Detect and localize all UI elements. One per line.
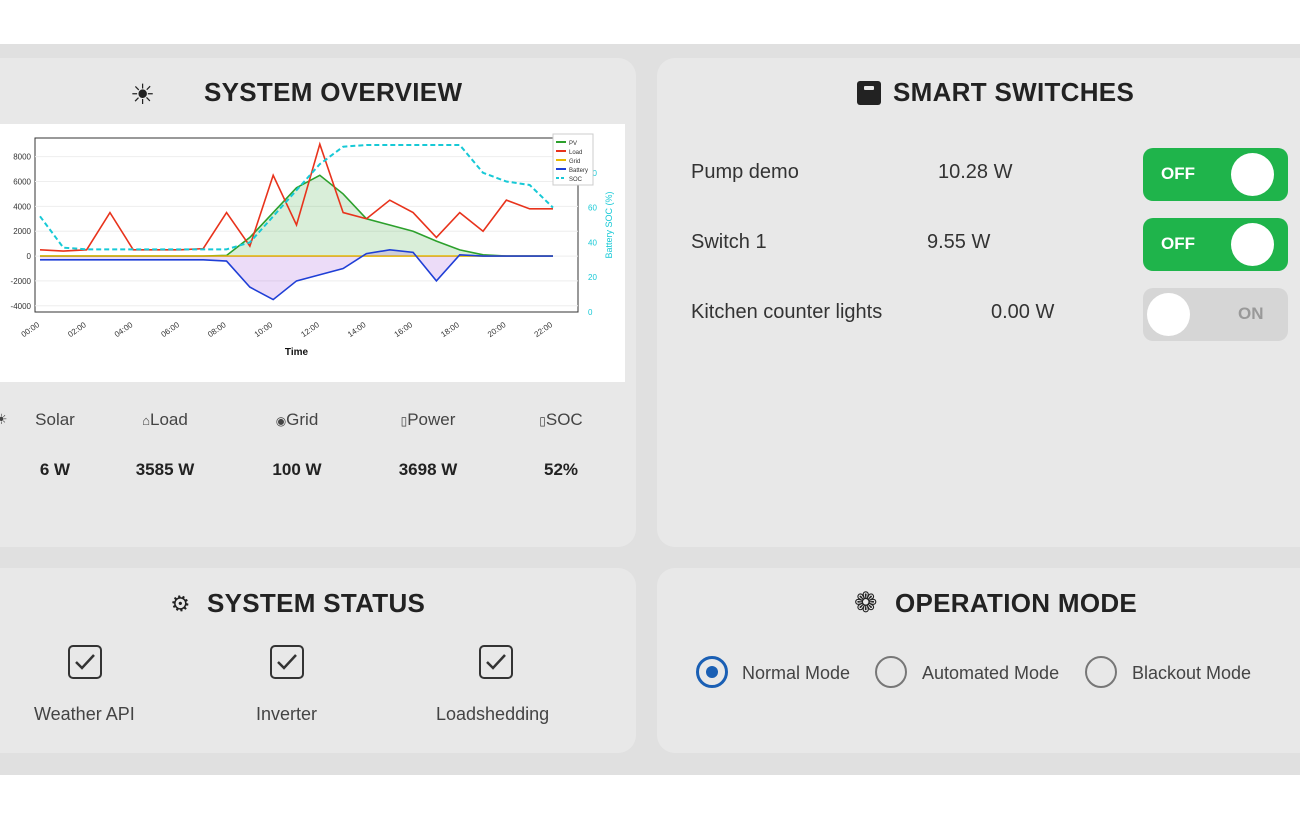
operation-mode-title: OPERATION MODE xyxy=(895,588,1138,618)
x-tick-label: 18:00 xyxy=(439,320,461,339)
x-tick-label: 00:00 xyxy=(20,320,42,339)
y-tick-label: -4000 xyxy=(11,302,32,311)
radio-label: Blackout Mode xyxy=(1132,663,1252,683)
x-tick-label: 06:00 xyxy=(159,320,181,339)
check-icon xyxy=(486,654,506,670)
y2-tick-label: 40 xyxy=(588,238,597,247)
metric-label: SOC xyxy=(545,410,583,429)
toggle-knob xyxy=(1231,153,1274,196)
radio-label: Normal Mode xyxy=(742,663,851,683)
metric-soc: ▯SOC 52% xyxy=(511,410,611,480)
radio-label: Automated Mode xyxy=(922,663,1060,683)
y2-tick-label: 60 xyxy=(588,204,597,213)
x-tick-label: 20:00 xyxy=(486,320,508,339)
y-tick-label: -2000 xyxy=(11,277,32,286)
power-chart: -4000-20000200040006000800002040608000:0… xyxy=(0,124,625,382)
x-tick-label: 12:00 xyxy=(299,320,321,339)
checkbox-label: Weather API xyxy=(34,704,135,724)
radio-dot xyxy=(706,666,718,678)
toggle-label: OFF xyxy=(1161,164,1195,183)
pump-demo-toggle[interactable]: OFF xyxy=(1143,148,1288,201)
sun-icon: ☀ xyxy=(130,79,156,110)
kitchen-lights-toggle[interactable]: ON xyxy=(1143,288,1288,341)
checkbox-label: Inverter xyxy=(256,704,318,724)
switch-1-toggle[interactable]: OFF xyxy=(1143,218,1288,271)
box-icon xyxy=(857,81,881,105)
legend-label: Load xyxy=(569,150,582,156)
toggle-knob xyxy=(1147,293,1190,336)
box-icon-lid xyxy=(864,86,874,90)
y2-tick-label: 20 xyxy=(588,273,597,282)
system-status-title: SYSTEM STATUS xyxy=(207,588,426,618)
toggle-label: OFF xyxy=(1161,234,1195,253)
legend-label: SOC xyxy=(569,177,583,183)
metric-solar: ☀ Solar 6 W xyxy=(0,410,105,480)
inverter-checkbox[interactable] xyxy=(270,645,304,679)
metric-label: Solar xyxy=(35,410,75,429)
legend-label: Grid xyxy=(569,159,580,165)
house-icon: ⌂ xyxy=(142,413,151,428)
metric-grid: ◉Grid 100 W xyxy=(247,410,347,480)
metric-value: 100 W xyxy=(272,460,322,479)
metric-value: 3585 W xyxy=(135,460,195,479)
metric-value: 6 W xyxy=(39,460,71,479)
normal-mode-radio[interactable] xyxy=(696,656,728,688)
x-tick-label: 04:00 xyxy=(113,320,135,339)
y-tick-label: 0 xyxy=(27,252,32,261)
toggle-label: ON xyxy=(1238,304,1264,323)
legend-label: Battery xyxy=(569,168,588,174)
y-tick-label: 8000 xyxy=(13,153,31,162)
y2-axis-label: Battery SOC (%) xyxy=(604,191,614,258)
toggle-knob xyxy=(1231,223,1274,266)
x-tick-label: 14:00 xyxy=(346,320,368,339)
legend-label: PV xyxy=(569,141,577,147)
system-overview-title: SYSTEM OVERVIEW xyxy=(204,77,463,107)
battery-icon: ▯ xyxy=(539,414,546,428)
metric-label: Load xyxy=(150,410,188,429)
x-axis-label: Time xyxy=(285,347,309,358)
switch-name: Pump demo xyxy=(691,161,799,183)
blackout-mode-radio[interactable] xyxy=(1085,656,1117,688)
x-tick-label: 08:00 xyxy=(206,320,228,339)
x-tick-label: 16:00 xyxy=(393,320,415,339)
y-tick-label: 4000 xyxy=(13,202,31,211)
y2-tick-label: 0 xyxy=(588,308,593,317)
metric-label: Grid xyxy=(286,410,319,429)
x-tick-label: 02:00 xyxy=(66,320,88,339)
y-tick-label: 6000 xyxy=(13,178,31,187)
automated-mode-radio[interactable] xyxy=(875,656,907,688)
x-tick-label: 10:00 xyxy=(253,320,275,339)
check-icon xyxy=(277,654,297,670)
metric-label: Power xyxy=(407,410,456,429)
switch-power: 9.55 W xyxy=(927,231,991,253)
gear-icon: ❁ xyxy=(854,587,878,618)
check-icon xyxy=(75,654,95,670)
checkbox-label: Loadshedding xyxy=(436,704,550,724)
x-tick-label: 22:00 xyxy=(533,320,555,339)
metric-power: ▯Power 3698 W xyxy=(378,410,478,480)
power-chart-svg: -4000-20000200040006000800002040608000:0… xyxy=(11,133,614,358)
switch-power: 0.00 W xyxy=(991,301,1055,323)
y-tick-label: 2000 xyxy=(13,227,31,236)
weather-api-checkbox[interactable] xyxy=(68,645,102,679)
loadshedding-checkbox[interactable] xyxy=(479,645,513,679)
metric-load: ⌂Load 3585 W xyxy=(115,410,215,480)
switch-power: 10.28 W xyxy=(938,161,1013,183)
switch-name: Kitchen counter lights xyxy=(691,301,883,323)
metric-value: 52% xyxy=(543,460,579,479)
switch-name: Switch 1 xyxy=(691,231,767,253)
metric-value: 3698 W xyxy=(398,460,458,479)
smart-switches-title: SMART SWITCHES xyxy=(893,77,1135,107)
globe-icon: ◉ xyxy=(275,414,287,428)
sun-icon: ☀ xyxy=(0,411,8,427)
